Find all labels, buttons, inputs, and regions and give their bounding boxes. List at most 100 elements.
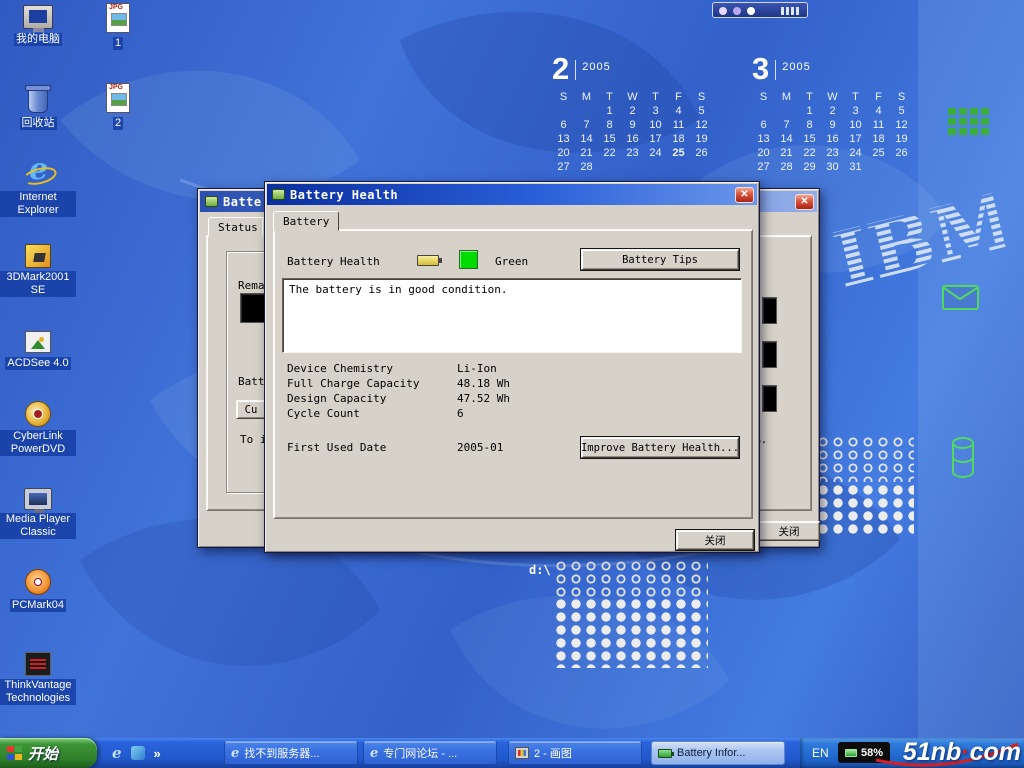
calendar-day: 22 — [598, 147, 621, 159]
desktop-icon-label: 我的电脑 — [14, 33, 62, 46]
calendar-day: 6 — [552, 119, 575, 131]
close-icon[interactable]: ✕ — [795, 194, 814, 210]
paint-task-icon — [515, 747, 529, 759]
desktop-icon-internet-explorer[interactable]: Internet Explorer — [0, 158, 76, 218]
battery-health-window: Battery Health ✕ Battery Battery Health … — [264, 181, 760, 553]
calendar-day: 18 — [867, 133, 890, 145]
calendar-day: 26 — [890, 147, 913, 159]
taskbar-task-battery-information[interactable]: Battery Infor... — [651, 741, 785, 765]
calendar-day: 4 — [867, 105, 890, 117]
custom-button[interactable]: Cu — [236, 400, 266, 419]
start-label: 开始 — [28, 743, 58, 764]
taskbar-task-forum[interactable]: e 专门网论坛 - ... — [363, 741, 497, 765]
calendar-day: 12 — [890, 119, 913, 131]
calendar-day: 12 — [690, 119, 713, 131]
quicklaunch-overflow-chevron[interactable]: » — [154, 746, 161, 761]
calendar-day: 27 — [552, 161, 575, 173]
task-label: 2 - 画图 — [534, 745, 572, 761]
calendar-weekday: S — [752, 91, 775, 103]
field-value: 47.52 Wh — [457, 392, 510, 405]
task-label: 找不到服务器... — [244, 745, 319, 761]
calendar-day: 16 — [821, 133, 844, 145]
tab-battery[interactable]: Battery — [273, 211, 339, 231]
media-quicklaunch-icon[interactable] — [131, 746, 145, 760]
taskbar-task-server-not-found[interactable]: e 找不到服务器... — [224, 741, 358, 765]
calendar-weekday: S — [890, 91, 913, 103]
calendar-weekday: W — [821, 91, 844, 103]
acdsee-icon — [25, 331, 51, 353]
battery-health-titlebar[interactable]: Battery Health ✕ — [267, 184, 757, 205]
wallpaper-toolbar-art — [712, 2, 808, 18]
desktop-icon-thinkvantage[interactable]: ThinkVantage Technologies — [0, 648, 76, 706]
calendar-day — [598, 161, 621, 173]
desktop-icon-recycle-bin[interactable]: 回收站 — [0, 84, 76, 131]
calendar-day: 14 — [775, 133, 798, 145]
calendar-day: 16 — [621, 133, 644, 145]
calendar-weekday: S — [552, 91, 575, 103]
note-label: To i — [240, 433, 267, 446]
desktop-icon-label: Internet Explorer — [0, 191, 76, 217]
health-status-value: Green — [495, 255, 528, 268]
calendar-day: 8 — [598, 119, 621, 131]
calendar-day: 13 — [552, 133, 575, 145]
close-button[interactable]: 关闭 — [676, 530, 754, 550]
wallpaper-dot-grid-outline-center — [554, 560, 708, 598]
close-icon[interactable]: ✕ — [735, 187, 754, 203]
file-label: 2 — [113, 117, 123, 130]
calendar-weekday: M — [575, 91, 598, 103]
window-title: Battery Health — [290, 188, 735, 202]
calendar-day: 18 — [667, 133, 690, 145]
calendar-year: 2005 — [582, 61, 610, 73]
calendar-day: 24 — [844, 147, 867, 159]
desktop-icon-my-computer[interactable]: 我的电脑 — [0, 2, 76, 47]
desktop-icon-label: Media Player Classic — [0, 513, 76, 539]
calendar-weekday: M — [775, 91, 798, 103]
battery-mini-icon — [845, 749, 857, 757]
calendar-day: 29 — [798, 161, 821, 173]
calendar-header: 2 2005 — [552, 54, 722, 86]
calendar-day — [867, 161, 890, 173]
calendar-weekday: T — [844, 91, 867, 103]
desktop-icon-pcmark04[interactable]: PCMark04 — [0, 566, 76, 613]
field-label: Device Chemistry — [287, 362, 393, 375]
start-button[interactable]: 开始 — [0, 738, 97, 768]
field-label: Full Charge Capacity — [287, 377, 419, 390]
calendar-day: 28 — [575, 161, 598, 173]
language-indicator[interactable]: EN — [812, 746, 829, 760]
file-icon-jpg-2[interactable]: JPG 2 — [88, 82, 148, 131]
battery-task-icon — [658, 749, 672, 758]
envelope-icon — [942, 284, 980, 312]
file-icon-jpg-1[interactable]: JPG 1 — [88, 2, 148, 51]
calendar-day: 9 — [821, 119, 844, 131]
calendar-day: 5 — [890, 105, 913, 117]
calendar-day — [552, 105, 575, 117]
calendar-day: 10 — [844, 119, 867, 131]
calendar-march: 3 2005 SMTWTFS12345678910111213141516171… — [752, 54, 922, 173]
taskbar-task-paint[interactable]: 2 - 画图 — [508, 741, 642, 765]
calendar-day: 2 — [821, 105, 844, 117]
watermark-right: com — [970, 738, 1021, 766]
calendar-day — [667, 161, 690, 173]
calendar-day: 21 — [575, 147, 598, 159]
battery-window-icon — [205, 196, 218, 207]
improve-battery-health-button[interactable]: Improve Battery Health... — [581, 437, 739, 458]
calendar-day: 25 — [667, 147, 690, 159]
calendar-day: 17 — [644, 133, 667, 145]
database-cylinder-icon — [950, 436, 976, 480]
close-button[interactable]: 关闭 — [758, 521, 820, 541]
calendar-day: 8 — [798, 119, 821, 131]
desktop-icon-media-player-classic[interactable]: Media Player Classic — [0, 484, 76, 540]
calendar-day: 22 — [798, 147, 821, 159]
watermark-left: 51nb — [903, 738, 961, 766]
field-value: Li-Ion — [457, 362, 497, 375]
desktop-icon-powerdvd[interactable]: CyberLink PowerDVD — [0, 398, 76, 457]
desktop-icon-3dmark2001[interactable]: 3DMark2001 SE — [0, 240, 76, 298]
calendar-day: 25 — [867, 147, 890, 159]
ie-quicklaunch-icon[interactable]: e — [112, 744, 122, 762]
calendar-year: 2005 — [782, 61, 810, 73]
first-used-label: First Used Date — [287, 441, 386, 454]
tab-status[interactable]: Status — [208, 217, 268, 237]
task-label: 专门网论坛 - ... — [383, 745, 457, 761]
desktop-icon-acdsee[interactable]: ACDSee 4.0 — [0, 326, 76, 371]
battery-tips-button[interactable]: Battery Tips — [581, 249, 739, 270]
